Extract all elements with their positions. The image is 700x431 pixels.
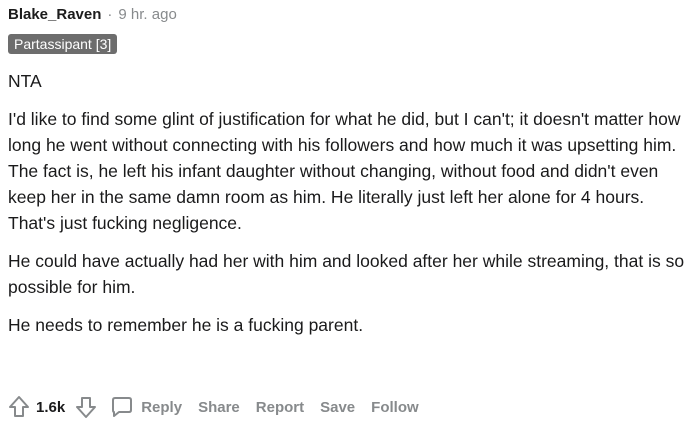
share-button[interactable]: Share: [198, 399, 240, 416]
reply-label: Reply: [141, 398, 183, 416]
save-button[interactable]: Save: [320, 399, 355, 416]
follow-button[interactable]: Follow: [371, 399, 419, 416]
username-link[interactable]: Blake_Raven: [8, 4, 101, 26]
comment-actions: 1.6k Reply Share Report Save Follow: [6, 393, 419, 421]
comment-paragraph: He could have actually had her with him …: [8, 251, 685, 297]
comment-header: Blake_Raven · 9 hr. ago: [8, 4, 177, 26]
reply-button[interactable]: Reply: [109, 393, 182, 421]
timestamp[interactable]: 9 hr. ago: [118, 4, 176, 26]
comment-body: NTA I'd like to find some glint of justi…: [8, 68, 692, 350]
arrow-up-icon[interactable]: [6, 393, 32, 421]
chat-bubble-icon: [109, 393, 135, 421]
vote-score: 1.6k: [36, 398, 66, 416]
comment-paragraph: I'd like to find some glint of justifica…: [8, 109, 681, 233]
report-button[interactable]: Report: [256, 399, 304, 416]
comment-paragraph: NTA: [8, 71, 42, 91]
arrow-down-icon[interactable]: [73, 393, 99, 421]
comment: Blake_Raven · 9 hr. ago Partassipant [3]…: [0, 0, 700, 431]
comment-paragraph: He needs to remember he is a fucking par…: [8, 315, 364, 335]
user-flair: Partassipant [3]: [8, 34, 118, 54]
separator-dot: ·: [107, 6, 113, 23]
